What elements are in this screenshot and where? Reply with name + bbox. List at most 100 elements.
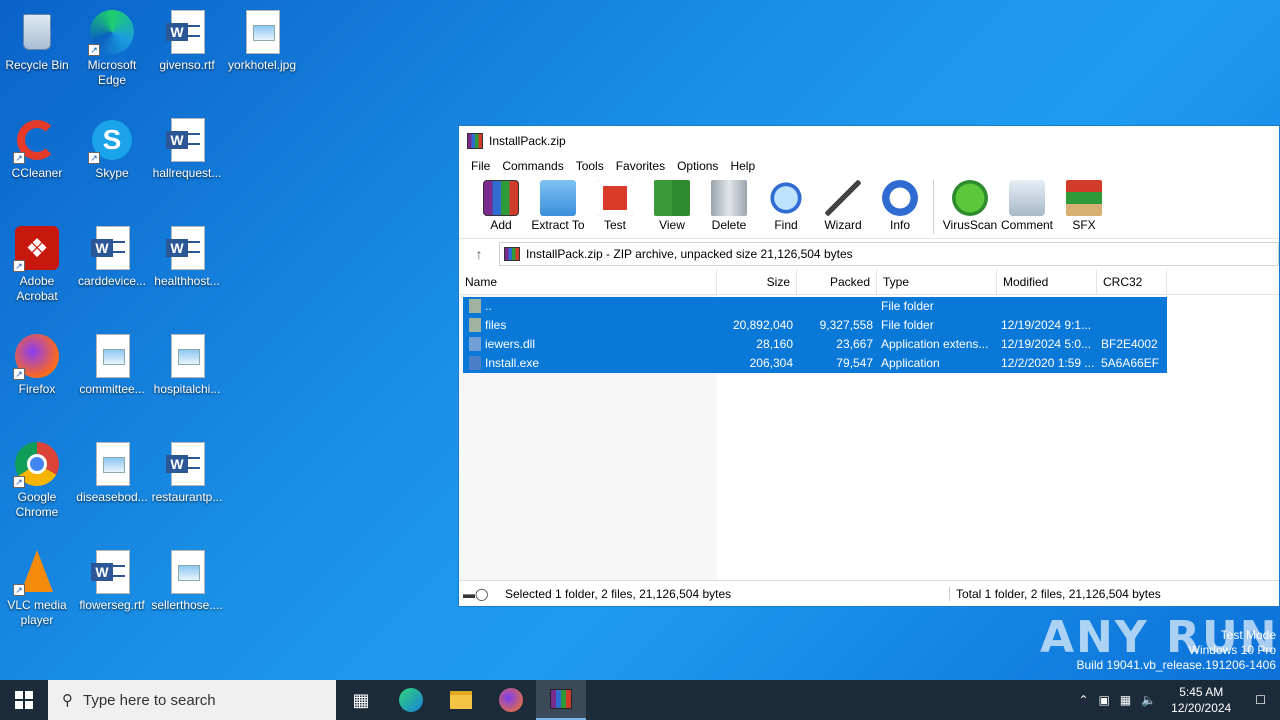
desktop-icon[interactable]: Wflowerseg.rtf (75, 548, 149, 613)
view-book-icon (654, 180, 690, 216)
toolbar-button-test[interactable]: Test (587, 180, 643, 232)
desktop-icon[interactable]: ↗ VLC media player (0, 548, 74, 628)
menu-commands[interactable]: Commands (496, 159, 569, 173)
desktop-icon-label: diseasebod... (76, 490, 148, 504)
monitor-icon[interactable]: ▦ (1115, 693, 1136, 707)
toolbar-button-info[interactable]: Info (872, 180, 928, 232)
row-name: files (485, 318, 507, 332)
acrobat-icon: ❖ ↗ (13, 224, 61, 272)
desktop-icon[interactable]: Wrestaurantp... (150, 440, 224, 505)
desktop-icon[interactable]: ↗ Google Chrome (0, 440, 74, 520)
toolbar-button-find[interactable]: Find (758, 180, 814, 232)
address-bar[interactable]: InstallPack.zip - ZIP archive, unpacked … (499, 241, 1279, 266)
row-modified-cell: 12/2/2020 1:59 ... (1001, 356, 1095, 370)
desktop-icon-label: hallrequest... (152, 166, 222, 180)
bug-scan-icon (952, 180, 988, 216)
task-view-icon[interactable]: ▦ (336, 680, 386, 720)
folder-icon (469, 318, 481, 332)
toolbar-label: SFX (1072, 218, 1096, 232)
menu-tools[interactable]: Tools (570, 159, 610, 173)
clock-time: 5:45 AM (1179, 685, 1224, 699)
start-button[interactable] (0, 680, 48, 720)
watermark-line3: Build 19041.vb_release.191206-1406 (1076, 658, 1277, 672)
word-document-icon: W (163, 440, 211, 488)
desktop-icon[interactable]: Whealthhost... (150, 224, 224, 289)
toolbar-button-view[interactable]: View (644, 180, 700, 232)
column-type[interactable]: Type (877, 269, 997, 295)
address-text: InstallPack.zip - ZIP archive, unpacked … (526, 246, 853, 261)
column-modified[interactable]: Modified (997, 269, 1097, 295)
desktop-icon[interactable]: yorkhotel.jpg (225, 8, 299, 73)
test-clipboard-icon (597, 180, 633, 216)
row-type-cell: File folder (881, 318, 934, 332)
desktop-icon[interactable]: ❖ ↗ Adobe Acrobat (0, 224, 74, 304)
chevron-up-icon[interactable]: ⌃ (1073, 693, 1093, 707)
title-bar[interactable]: InstallPack.zip (459, 126, 1279, 156)
row-name: Install.exe (485, 356, 540, 370)
table-row[interactable]: Install.exe 206,304 79,547 Application 12/2/… (463, 354, 1167, 373)
column-name[interactable]: Name (459, 269, 717, 295)
toolbar-button-extract-to[interactable]: Extract To (530, 180, 586, 232)
toolbar-button-comment[interactable]: Comment (999, 180, 1055, 232)
volume-icon[interactable]: 🔈 (1136, 693, 1161, 707)
wand-icon (825, 180, 861, 216)
table-row[interactable]: files 20,892,040 9,327,558 File folder 12/19… (463, 316, 1167, 335)
file-list[interactable]: Name Size Packed Type Modified CRC32 .. F… (459, 269, 1279, 581)
winrar-window[interactable]: InstallPack.zip File Commands Tools Favo… (458, 125, 1280, 607)
recycle-bin-icon (13, 8, 61, 56)
column-packed[interactable]: Packed (797, 269, 877, 295)
desktop-icon[interactable]: committee... (75, 332, 149, 397)
row-name-cell: Install.exe (463, 354, 717, 373)
table-row[interactable]: iewers.dll 28,160 23,667 Application extens… (463, 335, 1167, 354)
desktop-icon[interactable]: Recycle Bin (0, 8, 74, 73)
desktop-icon[interactable]: ↗ CCleaner (0, 116, 74, 181)
network-icon[interactable]: ▣ (1094, 693, 1115, 707)
desktop-icon[interactable]: Wgivenso.rtf (150, 8, 224, 73)
desktop-icon-label: healthhost... (154, 274, 220, 288)
menu-help[interactable]: Help (724, 159, 761, 173)
up-arrow-icon[interactable]: ↑ (459, 246, 499, 262)
toolbar-button-add[interactable]: Add (473, 180, 529, 232)
row-size-cell: 20,892,040 (732, 318, 793, 332)
row-packed-cell: 9,327,558 (819, 318, 873, 332)
toolbar-button-virusscan[interactable]: VirusScan (942, 180, 998, 232)
shortcut-arrow-icon: ↗ (13, 584, 25, 596)
taskbar-firefox-icon[interactable] (486, 680, 536, 720)
file-explorer-icon[interactable] (436, 680, 486, 720)
edge-icon: ↗ (88, 8, 136, 56)
windows-logo-icon (15, 691, 33, 709)
skype-icon: S ↗ (88, 116, 136, 164)
taskbar-search[interactable]: ⚲ Type here to search (48, 680, 336, 720)
word-document-icon: W (163, 224, 211, 272)
row-size-cell (717, 297, 797, 316)
desktop-icon[interactable]: S ↗ Skype (75, 116, 149, 181)
row-packed-cell (797, 297, 877, 316)
row-modified-cell: 12/19/2024 9:1... (1001, 318, 1092, 332)
taskbar-winrar-icon[interactable] (536, 680, 586, 720)
desktop-icon[interactable]: Wcarddevice... (75, 224, 149, 289)
desktop-icon-label: Recycle Bin (5, 58, 69, 72)
desktop-icon-label: committee... (79, 382, 145, 396)
table-row[interactable]: .. File folder (463, 297, 1167, 316)
status-total: Total 1 folder, 2 files, 21,126,504 byte… (949, 586, 1279, 601)
column-crc32[interactable]: CRC32 (1097, 269, 1167, 295)
menu-file[interactable]: File (465, 159, 496, 173)
desktop-icon[interactable]: Whallrequest... (150, 116, 224, 181)
menu-favorites[interactable]: Favorites (610, 159, 671, 173)
menu-options[interactable]: Options (671, 159, 724, 173)
toolbar-button-wizard[interactable]: Wizard (815, 180, 871, 232)
clock[interactable]: 5:45 AM 12/20/2024 (1161, 684, 1241, 716)
desktop-icon[interactable]: sellerthose.... (150, 548, 224, 613)
notification-icon[interactable]: ☐ (1241, 693, 1280, 707)
folder-icon (469, 299, 481, 313)
image-file-icon (88, 332, 136, 380)
toolbar-button-sfx[interactable]: SFX (1056, 180, 1112, 232)
taskbar-edge-icon[interactable] (386, 680, 436, 720)
column-size[interactable]: Size (717, 269, 797, 295)
desktop-icon[interactable]: diseasebod... (75, 440, 149, 505)
ccleaner-icon: ↗ (13, 116, 61, 164)
desktop-icon[interactable]: hospitalchi... (150, 332, 224, 397)
desktop-icon[interactable]: ↗ Firefox (0, 332, 74, 397)
toolbar-button-delete[interactable]: Delete (701, 180, 757, 232)
desktop-icon[interactable]: ↗ Microsoft Edge (75, 8, 149, 88)
